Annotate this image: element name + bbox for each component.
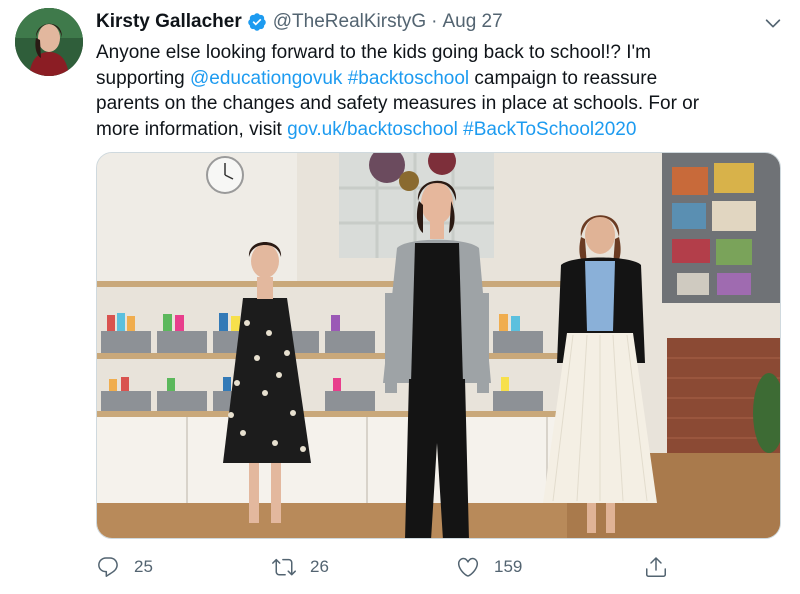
text-segment: more information, visit bbox=[96, 118, 288, 140]
avatar[interactable] bbox=[15, 8, 83, 76]
reply-button[interactable]: 25 bbox=[96, 552, 153, 582]
hashtag-link[interactable]: #BackToSchool2020 bbox=[463, 119, 636, 140]
like-count: 159 bbox=[494, 557, 523, 576]
mention-link[interactable]: @educationgovuk bbox=[190, 68, 342, 89]
chevron-down-icon[interactable] bbox=[762, 12, 784, 34]
text-segment: parents on the changes and safety measur… bbox=[96, 93, 700, 114]
verified-badge-icon bbox=[247, 12, 267, 32]
user-handle[interactable]: @TheRealKirstyG bbox=[273, 11, 426, 33]
reply-icon bbox=[98, 557, 118, 577]
tweet-photo[interactable] bbox=[96, 152, 781, 539]
like-button[interactable]: 159 bbox=[456, 552, 522, 582]
tweet-text-line: more information, visit gov.uk/backtosch… bbox=[96, 117, 786, 143]
reply-count: 25 bbox=[134, 557, 153, 576]
text-segment: campaign to reassure bbox=[469, 67, 658, 89]
tweet-text-line: Anyone else looking forward to the kids … bbox=[96, 40, 786, 66]
tweet-timestamp[interactable]: Aug 27 bbox=[442, 11, 502, 33]
text-segment: supporting bbox=[96, 67, 191, 89]
tweet: Kirsty Gallacher @TheRealKirstyG · Aug 2… bbox=[0, 0, 800, 594]
hashtag-link[interactable]: #backtoschool bbox=[348, 68, 469, 89]
tweet-text-line: parents on the changes and safety measur… bbox=[96, 91, 786, 117]
url-link[interactable]: gov.uk/backtoschool bbox=[287, 119, 458, 140]
text-segment: Anyone else looking forward to the kids … bbox=[96, 42, 651, 63]
display-name[interactable]: Kirsty Gallacher bbox=[96, 11, 242, 33]
tweet-header: Kirsty Gallacher @TheRealKirstyG · Aug 2… bbox=[96, 10, 503, 34]
separator-dot: · bbox=[431, 11, 438, 32]
tweet-text: Anyone else looking forward to the kids … bbox=[96, 40, 786, 142]
heart-icon bbox=[457, 557, 479, 577]
tweet-text-line: supporting @educationgovuk #backtoschool… bbox=[96, 66, 786, 92]
share-icon bbox=[646, 557, 666, 577]
retweet-button[interactable]: 26 bbox=[272, 552, 329, 582]
tweet-actions: 25 26 159 bbox=[96, 552, 716, 582]
retweet-count: 26 bbox=[310, 557, 329, 576]
share-button[interactable] bbox=[644, 552, 682, 582]
retweet-icon bbox=[272, 558, 296, 576]
